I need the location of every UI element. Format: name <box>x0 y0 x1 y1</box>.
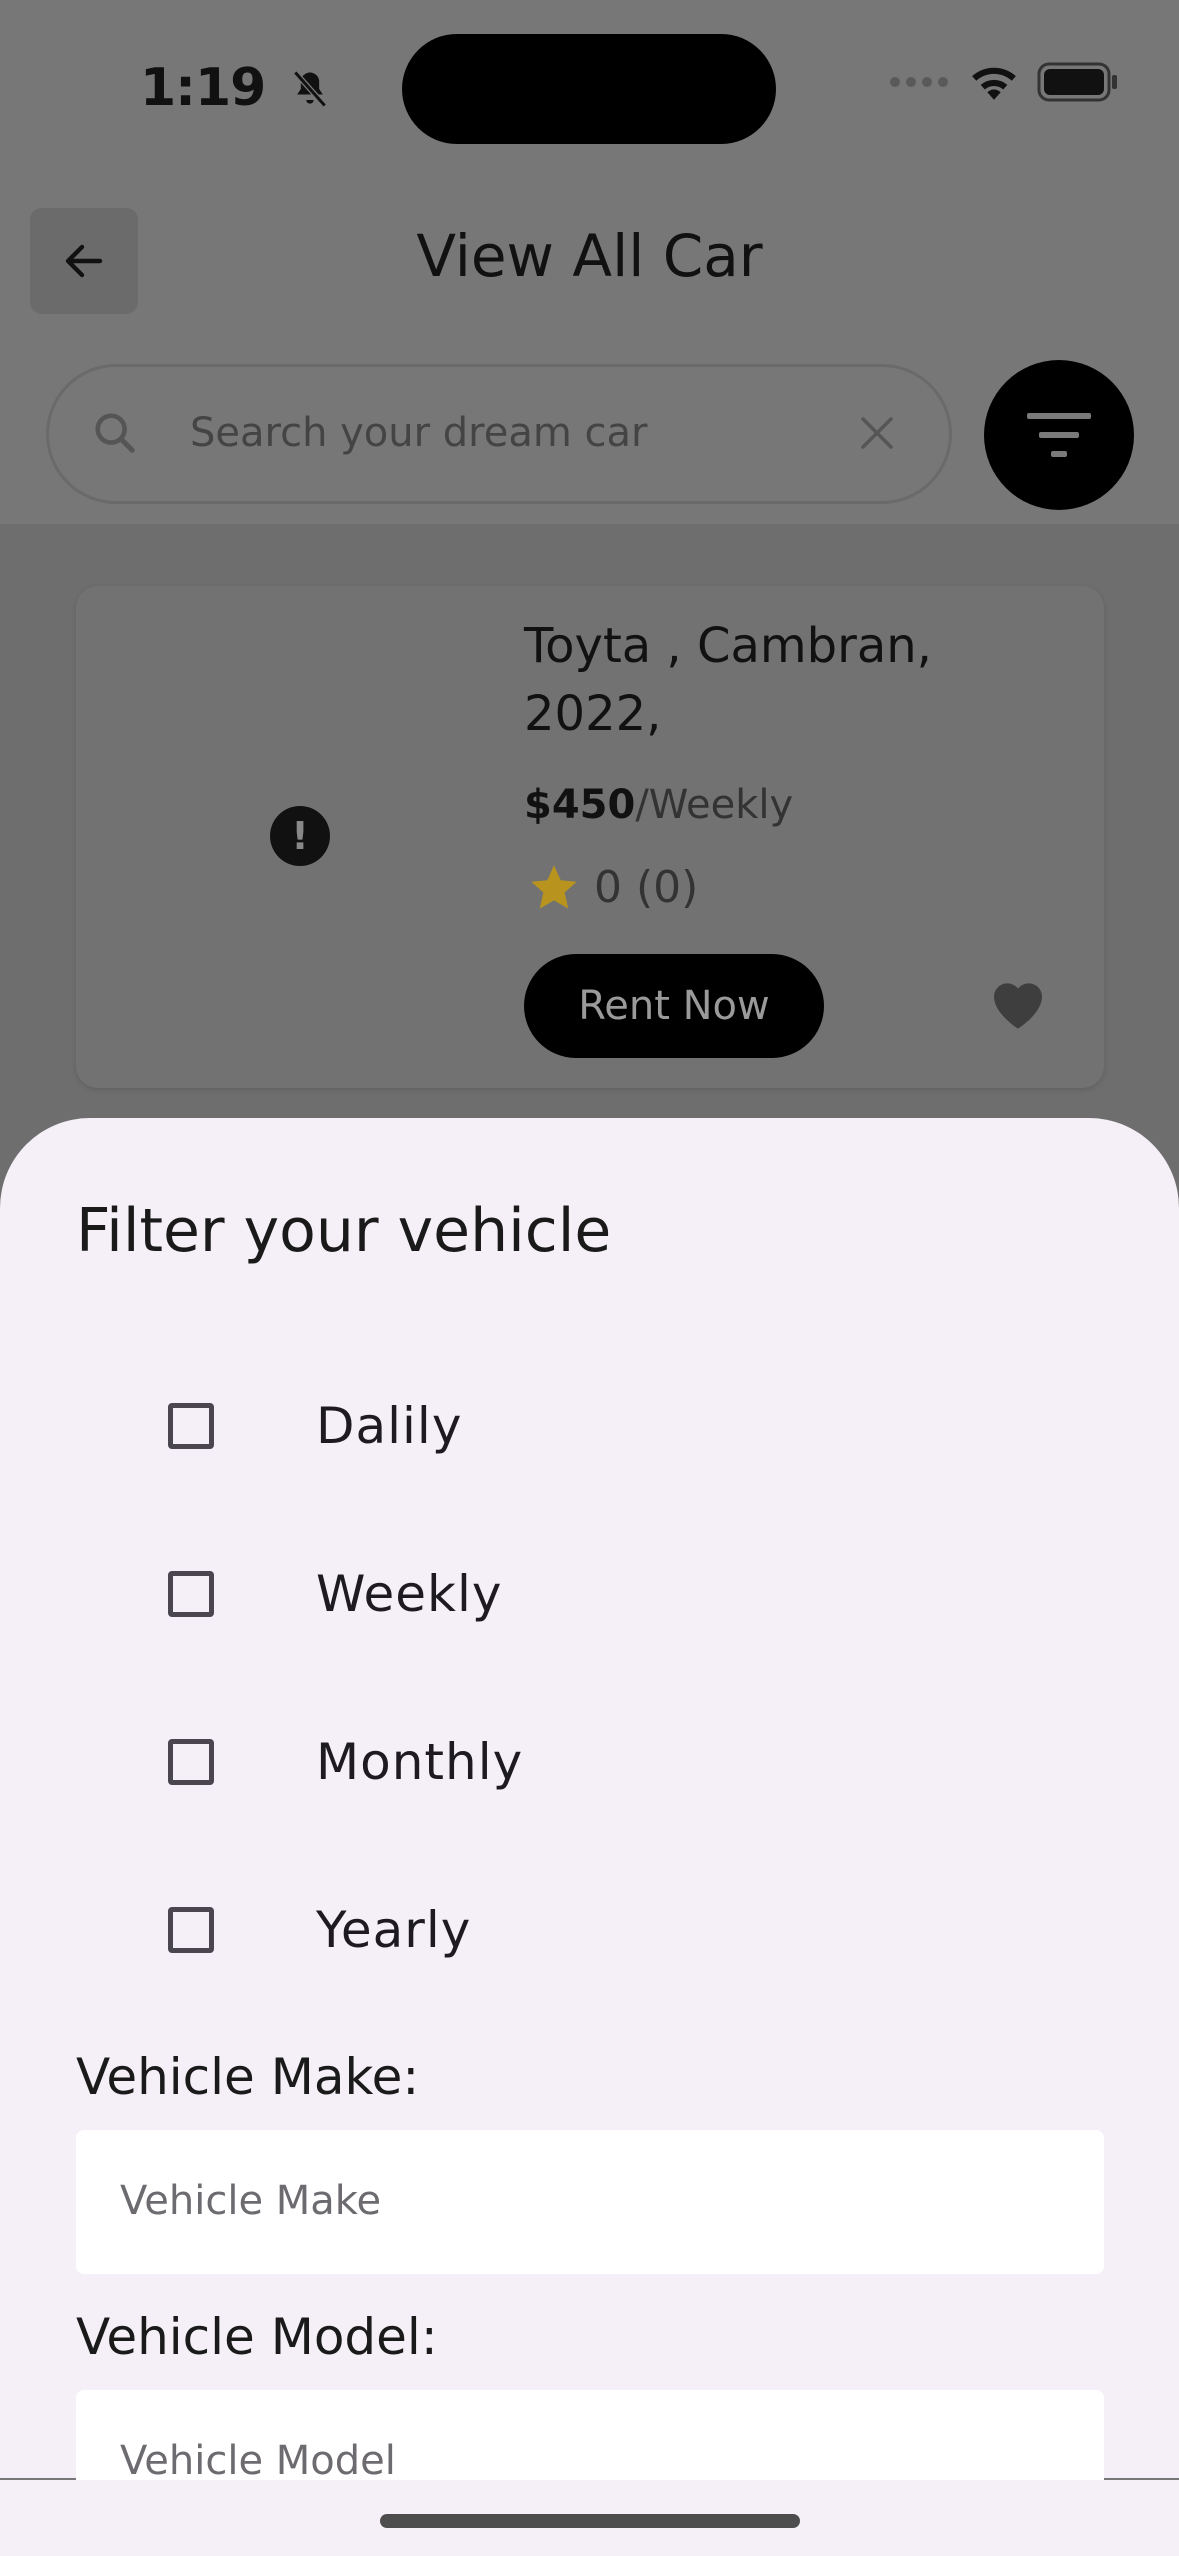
sheet-title: Filter your vehicle <box>76 1196 612 1266</box>
price-period: /Weekly <box>635 782 794 828</box>
page-title: View All Car <box>416 222 763 290</box>
checkbox[interactable] <box>168 1571 214 1617</box>
price-value: $450 <box>524 782 636 828</box>
rating-text: 0 (0) <box>594 862 699 913</box>
car-title: Toyta , Cambran, 2022, <box>524 618 932 742</box>
wifi-icon <box>972 67 1016 100</box>
vehicle-model-label: Vehicle Model: <box>76 2308 438 2366</box>
filter-icon <box>1027 413 1091 457</box>
vehicle-make-input[interactable]: Vehicle Make <box>76 2130 1104 2274</box>
filter-button[interactable] <box>984 360 1134 510</box>
status-icons <box>889 62 1119 102</box>
heart-icon[interactable] <box>986 972 1050 1032</box>
silent-mode-icon <box>293 70 328 108</box>
signal-icon <box>890 77 948 87</box>
filter-sheet <box>0 1118 1179 2478</box>
car-rating: 0 (0) <box>528 862 698 913</box>
rent-now-button[interactable]: Rent Now <box>524 954 824 1058</box>
option-yearly[interactable]: Yearly <box>168 1901 470 1959</box>
battery-icon <box>1037 62 1117 102</box>
option-label: Weekly <box>316 1565 503 1623</box>
option-label: Dalily <box>316 1397 463 1455</box>
option-label: Monthly <box>316 1733 524 1791</box>
option-daily[interactable]: Dalily <box>168 1397 461 1455</box>
home-indicator[interactable] <box>380 2514 800 2528</box>
option-monthly[interactable]: Monthly <box>168 1733 522 1791</box>
search-placeholder: Search your dream car <box>190 410 648 456</box>
dynamic-island <box>402 34 776 144</box>
star-icon <box>531 864 577 909</box>
vehicle-make-placeholder: Vehicle Make <box>120 2178 382 2224</box>
checkbox[interactable] <box>168 1907 214 1953</box>
option-weekly[interactable]: Weekly <box>168 1565 501 1623</box>
status-time: 1:19 <box>140 58 332 118</box>
car-price: $450/Weekly <box>524 782 793 828</box>
checkbox[interactable] <box>168 1739 214 1785</box>
close-icon[interactable] <box>856 412 898 454</box>
vehicle-make-label: Vehicle Make: <box>76 2048 420 2106</box>
search-icon <box>95 413 135 453</box>
option-label: Yearly <box>316 1901 472 1959</box>
image-error-icon: ! <box>270 806 330 866</box>
vehicle-model-placeholder: Vehicle Model <box>120 2438 396 2484</box>
checkbox[interactable] <box>168 1403 214 1449</box>
